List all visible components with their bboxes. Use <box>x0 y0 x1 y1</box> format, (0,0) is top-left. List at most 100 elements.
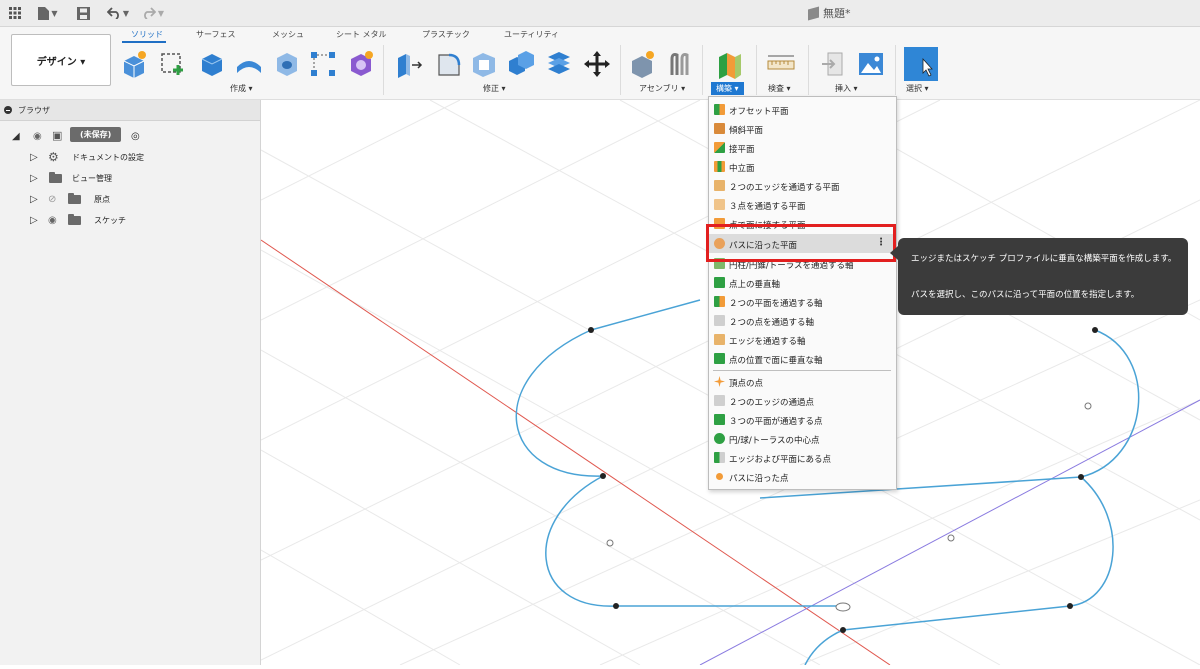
offset-plane-icon <box>714 104 725 115</box>
fillet-icon[interactable] <box>433 49 463 79</box>
menu-item-offset-plane[interactable]: オフセット平面 <box>709 100 896 119</box>
toolbar-divider <box>895 45 896 95</box>
folder-icon <box>49 172 62 183</box>
save-icon[interactable] <box>74 3 92 23</box>
menu-item-plane-through-two-edges[interactable]: ２つのエッジを通過する平面 <box>709 176 896 195</box>
point-center-icon <box>714 433 725 444</box>
menu-item-point-along-path[interactable]: パスに沿った点 <box>709 467 896 486</box>
press-pull-icon[interactable] <box>394 49 424 79</box>
group-assembly[interactable]: アセンブリ ▾ <box>639 83 685 94</box>
group-create[interactable]: 作成 ▾ <box>230 83 253 94</box>
eye-icon[interactable]: ◉ <box>33 131 42 142</box>
menu-item-axis-perpendicular-at-point[interactable]: 点上の垂直軸 <box>709 273 896 292</box>
eye-icon[interactable]: ◉ <box>48 215 57 226</box>
axis-two-points-icon <box>714 315 725 326</box>
browser-item-document-settings[interactable]: ▷ ⚙ ドキュメントの設定 <box>0 148 260 166</box>
construct-dropdown-menu: オフセット平面 傾斜平面 接平面 中立面 ２つのエッジを通過する平面 ３点を通過… <box>708 96 897 490</box>
move-copy-icon[interactable] <box>582 49 612 79</box>
menu-item-point-at-edge-and-plane[interactable]: エッジおよび平面にある点 <box>709 448 896 467</box>
apps-grid-icon[interactable] <box>6 3 24 23</box>
menu-item-axis-perpendicular-to-face-at-point[interactable]: 点の位置で面に垂直な軸 <box>709 349 896 368</box>
tab-surface[interactable]: サーフェス <box>196 29 236 40</box>
root-component-label[interactable]: (未保存) <box>70 127 122 142</box>
revolve-icon[interactable] <box>234 49 264 79</box>
activate-radio-icon[interactable]: ◎ <box>131 131 140 142</box>
group-inspect[interactable]: 検査 ▾ <box>768 83 791 94</box>
menu-item-axis-through-edge[interactable]: エッジを通過する軸 <box>709 330 896 349</box>
menu-item-plane-at-angle[interactable]: 傾斜平面 <box>709 119 896 138</box>
joint-icon[interactable] <box>666 49 696 79</box>
tab-solid[interactable]: ソリッド <box>131 29 163 40</box>
menu-item-plane-through-three-points[interactable]: ３点を通過する平面 <box>709 195 896 214</box>
axis-edge-icon <box>714 334 725 345</box>
undo-icon[interactable]: ▼ <box>104 3 132 23</box>
tab-plastic[interactable]: プラスチック <box>422 29 470 40</box>
pattern-icon[interactable] <box>308 49 338 79</box>
measure-icon[interactable] <box>766 49 796 79</box>
new-component-icon[interactable] <box>120 49 150 79</box>
menu-item-midplane[interactable]: 中立面 <box>709 157 896 176</box>
construct-plane-icon[interactable] <box>715 49 745 79</box>
component-icon: ▣ <box>52 129 63 142</box>
browser-root-row[interactable]: ◢ ◉ ▣ (未保存) ◎ <box>0 127 260 145</box>
menu-item-axis-through-two-points[interactable]: ２つの点を通過する軸 <box>709 311 896 330</box>
file-icon[interactable]: ▼ <box>34 3 62 23</box>
menu-item-axis-through-two-planes[interactable]: ２つの平面を通過する軸 <box>709 292 896 311</box>
toolbar-divider <box>756 45 757 95</box>
group-insert[interactable]: 挿入 ▾ <box>835 83 858 94</box>
menu-item-point-through-two-edges[interactable]: ２つのエッジの通過点 <box>709 391 896 410</box>
tooltip-instruction: パスを選択し、このパスに沿って平面の位置を指定します。 <box>911 290 1140 300</box>
expand-triangle-icon[interactable]: ▷ <box>30 194 38 205</box>
hole-icon[interactable] <box>272 49 302 79</box>
active-tab-underline <box>122 41 166 43</box>
browser-item-sketches[interactable]: ▷ ◉ スケッチ <box>0 211 260 229</box>
select-icon[interactable] <box>904 47 938 81</box>
combine-icon[interactable] <box>506 49 536 79</box>
redo-icon[interactable]: ▼ <box>140 3 166 23</box>
tangent-plane-icon <box>714 142 725 153</box>
title-bar: ▼ ▼ ▼ 無題* <box>0 0 1200 27</box>
folder-icon <box>68 214 81 225</box>
tab-utility[interactable]: ユーティリティ <box>504 29 559 40</box>
menu-item-point-at-vertex[interactable]: 頂点の点 <box>709 372 896 391</box>
browser-header[interactable]: ブラウザ <box>0 100 260 121</box>
expand-triangle-icon[interactable]: ▷ <box>30 173 38 184</box>
extrude-icon[interactable] <box>196 49 226 79</box>
expand-triangle-icon[interactable]: ◢ <box>12 131 20 142</box>
browser-item-view-management[interactable]: ▷ ビュー管理 <box>0 169 260 187</box>
toolbar: デザイン ▾ ソリッド サーフェス メッシュ シート メタル プラスチック ユー… <box>0 27 1200 100</box>
menu-item-point-at-center[interactable]: 円/球/トーラスの中心点 <box>709 429 896 448</box>
midplane-icon <box>714 161 725 172</box>
create-sketch-icon[interactable] <box>158 49 188 79</box>
expand-triangle-icon[interactable]: ▷ <box>30 215 38 226</box>
group-modify[interactable]: 修正 ▾ <box>483 83 506 94</box>
group-select[interactable]: 選択 ▾ <box>906 83 929 94</box>
tooltip: エッジまたはスケッチ プロファイルに垂直な構築平面を作成します。 パスを選択し、… <box>890 238 1188 315</box>
menu-item-point-through-three-planes[interactable]: ３つの平面が通過する点 <box>709 410 896 429</box>
axis-perp-face-icon <box>714 353 725 364</box>
expand-triangle-icon[interactable]: ▷ <box>30 152 38 163</box>
group-construct[interactable]: 構築 ▾ <box>711 82 744 95</box>
browser-item-origin[interactable]: ▷ ⊘ 原点 <box>0 190 260 208</box>
workspace-switcher-button[interactable]: デザイン ▾ <box>11 34 111 86</box>
tooltip-description: エッジまたはスケッチ プロファイルに垂直な構築平面を作成します。 <box>911 254 1177 264</box>
create-form-icon[interactable] <box>345 49 375 79</box>
axis-two-planes-icon <box>714 296 725 307</box>
eye-hidden-icon[interactable]: ⊘ <box>48 194 56 205</box>
menu-item-tangent-plane[interactable]: 接平面 <box>709 138 896 157</box>
folder-icon <box>68 193 81 204</box>
gear-icon: ⚙ <box>48 150 59 164</box>
document-title: 無題* <box>808 5 851 21</box>
collapse-icon[interactable] <box>4 106 12 114</box>
point-two-edges-icon <box>714 395 725 406</box>
assembly-component-icon[interactable] <box>628 49 658 79</box>
tab-mesh[interactable]: メッシュ <box>272 29 304 40</box>
insert-image-icon[interactable] <box>856 49 886 79</box>
shell-icon[interactable] <box>469 49 499 79</box>
menu-separator <box>713 370 891 371</box>
insert-derive-icon[interactable] <box>818 49 848 79</box>
split-body-icon[interactable] <box>544 49 574 79</box>
plane-at-angle-icon <box>714 123 725 134</box>
point-edge-plane-icon <box>714 452 725 463</box>
tab-sheet-metal[interactable]: シート メタル <box>336 29 387 40</box>
